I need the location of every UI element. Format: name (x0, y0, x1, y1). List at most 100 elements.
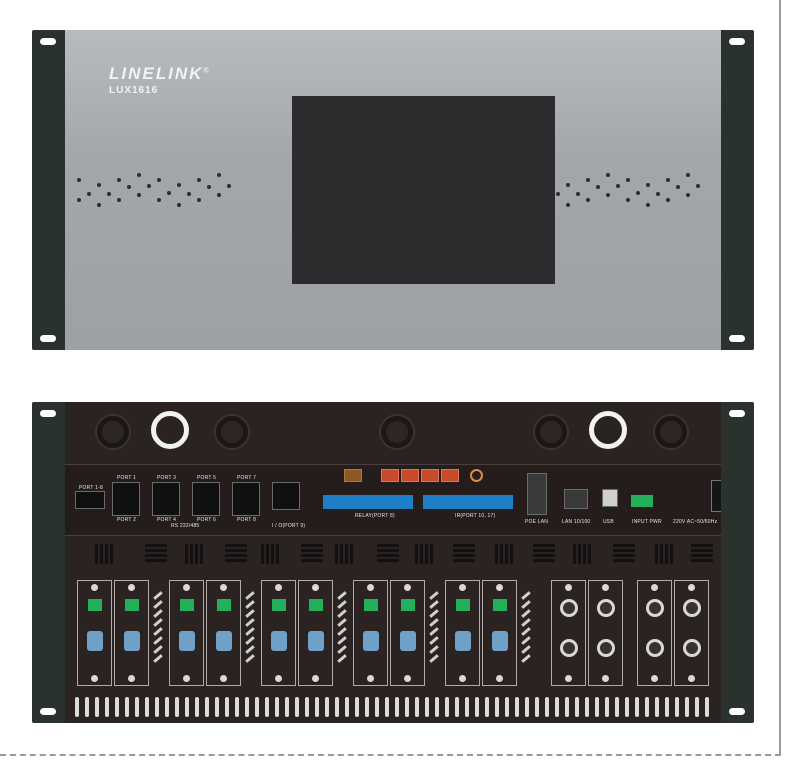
vent-dot (157, 198, 161, 202)
vent-slot (475, 697, 479, 717)
grille-slot (453, 554, 475, 557)
green-terminal[interactable] (88, 599, 102, 611)
relay-label: RELAY(PORT 8) (355, 513, 395, 519)
bnc-connector[interactable] (646, 599, 664, 617)
grille-slot (377, 559, 399, 562)
front-faceplate: LINELINK® LUX1616 (65, 30, 721, 350)
vent-dot (157, 178, 161, 182)
screw-icon (220, 675, 227, 682)
vent-slot (235, 697, 239, 717)
mount-slot (40, 410, 56, 417)
db9-connector[interactable] (87, 631, 103, 651)
rj45-port[interactable] (344, 469, 362, 482)
ribbon-mark (153, 645, 163, 654)
touch-screen[interactable] (292, 96, 555, 284)
grille-slot (266, 544, 269, 564)
grille-slot (505, 544, 508, 564)
db9-connector[interactable] (179, 631, 195, 651)
grille-slot (691, 544, 713, 547)
ribbon-mark (521, 600, 531, 609)
vent-slot (305, 697, 309, 717)
grille-slot (110, 544, 113, 564)
serial-terminal[interactable] (152, 482, 180, 516)
ribbon-mark (429, 645, 439, 654)
green-terminal[interactable] (272, 599, 286, 611)
grille-slot (225, 554, 247, 557)
green-terminal[interactable] (217, 599, 231, 611)
db9-connector[interactable] (400, 631, 416, 651)
rs232-label: RS 232/485 (171, 523, 200, 529)
model-label: LUX1616 (109, 85, 159, 96)
io-terminal[interactable] (272, 482, 300, 510)
db9-connector[interactable] (124, 631, 140, 651)
green-terminal[interactable] (309, 599, 323, 611)
serial-terminal[interactable] (192, 482, 220, 516)
mount-slot (729, 335, 745, 342)
grille-slot (453, 549, 475, 552)
bnc-connector[interactable] (683, 639, 701, 657)
usb-port[interactable] (602, 489, 618, 507)
ribbon-mark (521, 654, 531, 663)
db9-connector[interactable] (216, 631, 232, 651)
vent-slot (605, 697, 609, 717)
ribbon-mark (245, 618, 255, 627)
vent-dot (117, 198, 121, 202)
ribbon-mark (153, 600, 163, 609)
ribbon-mark (521, 627, 531, 636)
vent-slot (495, 697, 499, 717)
power-input-terminal[interactable] (631, 495, 653, 507)
bnc-connector[interactable] (683, 599, 701, 617)
grille-slot (613, 544, 635, 547)
vent-slot (695, 697, 699, 717)
db9-connector[interactable] (271, 631, 287, 651)
ir-terminal[interactable] (423, 495, 513, 509)
bnc-connector[interactable] (597, 639, 615, 657)
vent-dot (686, 193, 690, 197)
vent-slot (385, 697, 389, 717)
green-terminal[interactable] (364, 599, 378, 611)
bnc-connector[interactable] (560, 639, 578, 657)
screw-icon (602, 584, 609, 591)
ribbon-mark (337, 627, 347, 636)
bnc-connector[interactable] (560, 599, 578, 617)
vent-slot (705, 697, 709, 717)
port-label: PORT 2 (117, 517, 137, 523)
green-terminal[interactable] (493, 599, 507, 611)
green-terminal[interactable] (456, 599, 470, 611)
rj45-port[interactable] (381, 469, 399, 482)
bnc-connector[interactable] (597, 599, 615, 617)
db9-connector[interactable] (492, 631, 508, 651)
grille-slot (453, 559, 475, 562)
db9-connector[interactable] (455, 631, 471, 651)
db9-connector[interactable] (363, 631, 379, 651)
grille-slot (583, 544, 586, 564)
ir-label: IR(PORT 10, 17) (455, 513, 496, 519)
vent-slot (395, 697, 399, 717)
green-terminal[interactable] (401, 599, 415, 611)
rj45-port[interactable] (401, 469, 419, 482)
vent-dot (77, 178, 81, 182)
rj45-port[interactable] (421, 469, 439, 482)
port-label: PORT 3 (157, 475, 177, 481)
relay-terminal[interactable] (323, 495, 413, 509)
rj45-port[interactable] (441, 469, 459, 482)
grille-slot (430, 544, 433, 564)
db9-connector[interactable] (308, 631, 324, 651)
vent-slot (575, 697, 579, 717)
ribbon-mark (429, 636, 439, 645)
screw-icon (367, 675, 374, 682)
screw-icon (128, 584, 135, 591)
green-terminal[interactable] (125, 599, 139, 611)
poe-lan-port[interactable] (527, 473, 547, 515)
bnc-connector[interactable] (646, 639, 664, 657)
serial-terminal[interactable] (112, 482, 140, 516)
vent-dot (167, 191, 171, 195)
green-terminal[interactable] (180, 599, 194, 611)
rs232-terminal[interactable] (75, 491, 105, 509)
lan-port[interactable] (564, 489, 588, 509)
grille-slot (588, 544, 591, 564)
vent-slot (555, 697, 559, 717)
grille-slot (145, 559, 167, 562)
screw-icon (312, 584, 319, 591)
serial-terminal[interactable] (232, 482, 260, 516)
